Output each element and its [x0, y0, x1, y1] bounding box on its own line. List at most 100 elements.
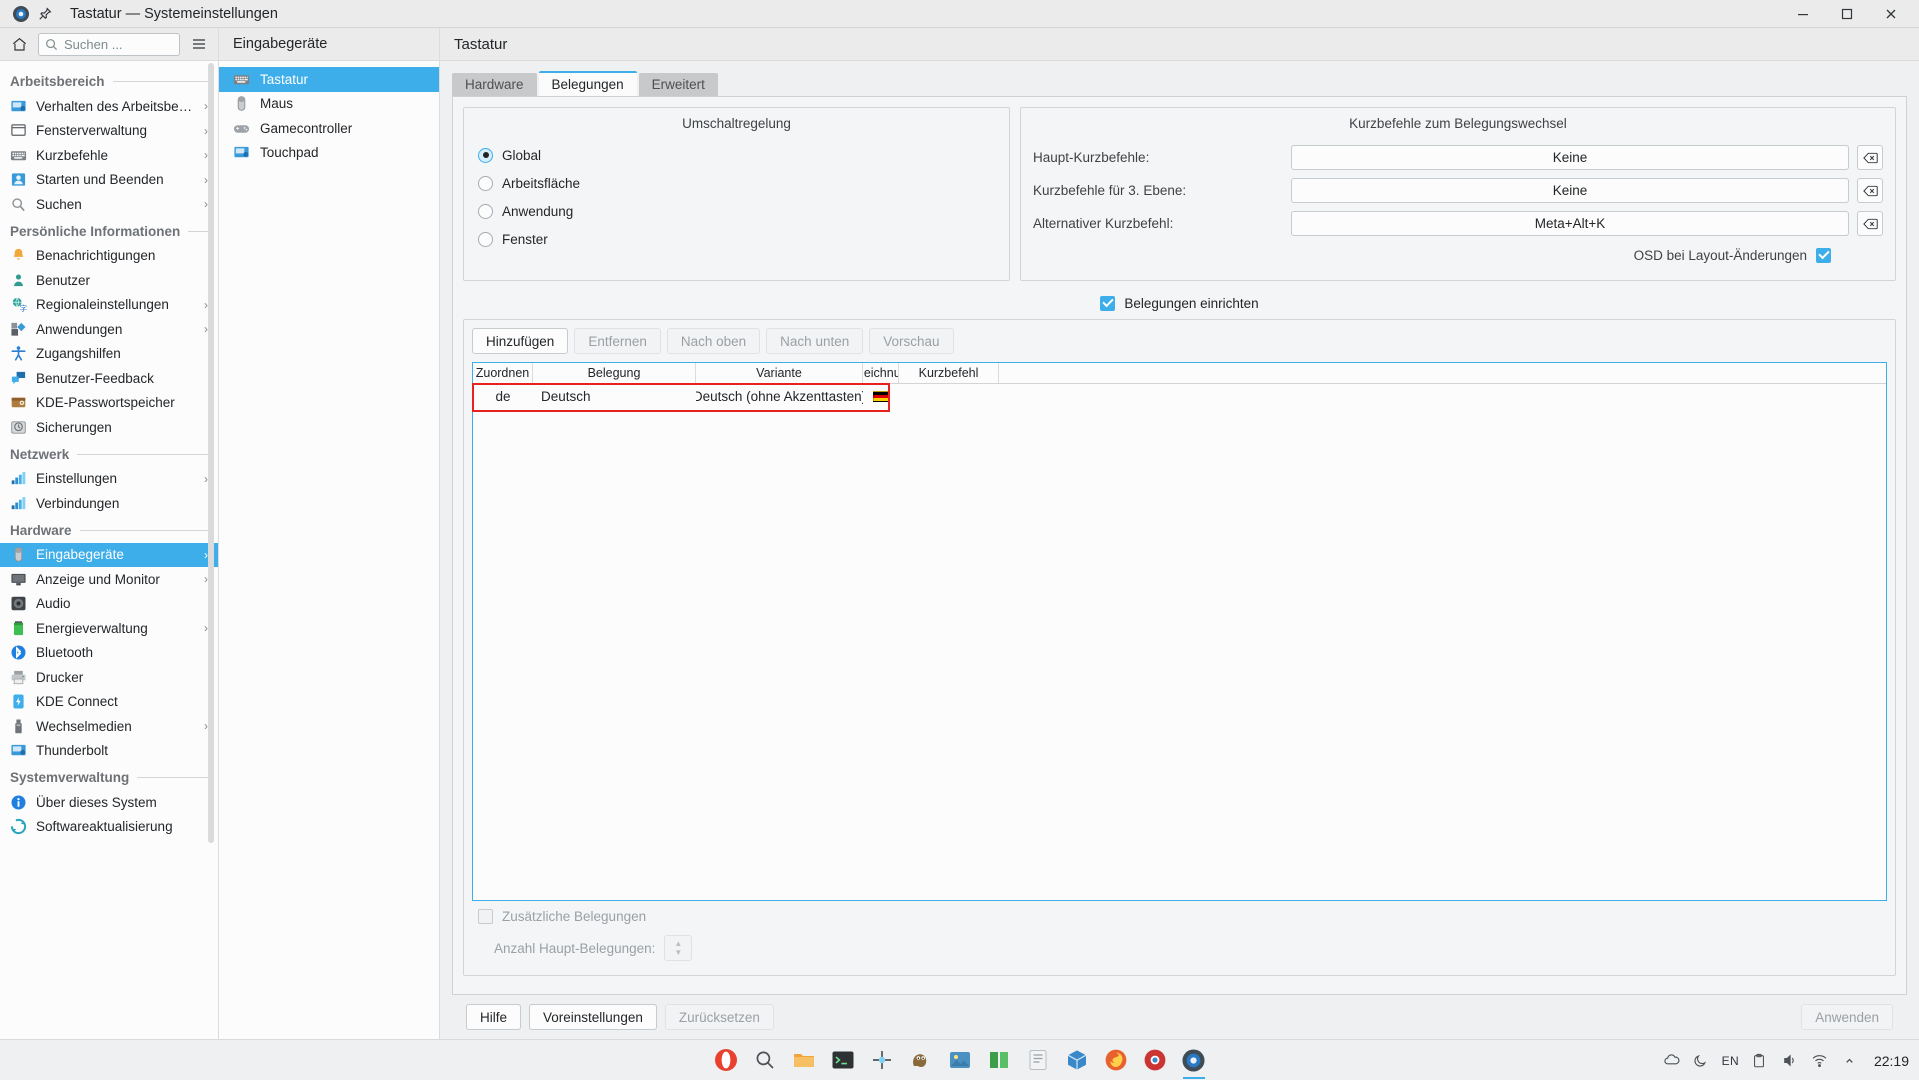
module-list[interactable]: Tastatur Maus Gamecontroller Touchpad [219, 61, 439, 165]
network-icon[interactable] [1810, 1051, 1829, 1070]
module-item-gamecontroller[interactable]: Gamecontroller [219, 116, 439, 141]
book-icon[interactable] [986, 1047, 1012, 1073]
clear-shortcut-icon[interactable] [1857, 145, 1883, 170]
radio-arbeitsfläche[interactable]: Arbeitsfläche [476, 169, 997, 197]
maximize-button[interactable] [1825, 0, 1869, 28]
sidebar-item-energieverwaltung[interactable]: Energieverwaltung › [0, 616, 218, 641]
radio-fenster[interactable]: Fenster [476, 225, 997, 253]
table-row[interactable]: de Deutsch Deutsch (ohne Akzenttasten) [473, 384, 1886, 409]
column-header-1[interactable]: Zuordnen [473, 363, 533, 383]
radio-indicator[interactable] [478, 147, 493, 163]
sidebar-item-eingabegeräte[interactable]: Eingabegeräte › [0, 542, 218, 567]
radio-global[interactable]: Global [476, 141, 997, 169]
tab-erweitert[interactable]: Erweitert [638, 73, 718, 96]
sidebar-item-benutzer[interactable]: Benutzer [0, 268, 218, 293]
sidebar-item-starten-und-beenden[interactable]: Starten und Beenden › [0, 168, 218, 193]
hamburger-icon[interactable] [186, 32, 212, 56]
sidebar-item-softwareaktualisierung[interactable]: Softwareaktualisierung [0, 815, 218, 840]
system-tray[interactable]: EN 22:19 [1662, 1040, 1909, 1080]
keyboard-layout-badge[interactable]: EN [1722, 1054, 1739, 1068]
sidebar-scrollbar[interactable] [208, 63, 214, 843]
column-header-3[interactable]: Variante [696, 363, 863, 383]
opera-icon[interactable] [713, 1047, 739, 1073]
column-header-2[interactable]: Belegung [533, 363, 696, 383]
minimize-button[interactable] [1781, 0, 1825, 28]
layout-button-hinzufügen[interactable]: Hinzufügen [472, 328, 569, 354]
cloud-sync-icon[interactable] [1662, 1051, 1681, 1070]
settings-gear-icon[interactable] [1181, 1047, 1207, 1079]
sidebar-item-drucker[interactable]: Drucker [0, 665, 218, 690]
main-count-stepper[interactable]: ▲ ▼ [664, 935, 693, 961]
sidebar-item-sicherungen[interactable]: Sicherungen [0, 415, 218, 440]
taskbar-launchers[interactable] [0, 1047, 1919, 1079]
footer-button-row[interactable]: Hilfe Voreinstellungen Zurücksetzen Anwende… [452, 995, 1907, 1039]
layout-table[interactable]: ZuordnenBelegungVariante:eichnuKurzbefeh… [472, 362, 1887, 901]
sidebar-item-kde-passwortspeicher[interactable]: KDE-Passwortspeicher [0, 391, 218, 416]
sidebar-item-zugangshilfen[interactable]: Zugangshilfen [0, 342, 218, 367]
gimp-icon[interactable] [908, 1047, 934, 1073]
sidebar-item-verbindungen[interactable]: Verbindungen [0, 491, 218, 516]
sidebar-item-audio[interactable]: Audio [0, 592, 218, 617]
column-header-6[interactable] [999, 363, 1886, 383]
sidebar-item-über-dieses-system[interactable]: Über dieses System [0, 790, 218, 815]
radio-indicator[interactable] [478, 203, 493, 219]
clock[interactable]: 22:19 [1874, 1053, 1909, 1069]
osd-checkbox[interactable] [1816, 247, 1831, 263]
module-item-touchpad[interactable]: Touchpad [219, 141, 439, 166]
shortcut-field[interactable]: Keine [1291, 145, 1849, 170]
firefox-icon[interactable] [1103, 1047, 1129, 1073]
search-input[interactable]: Suchen ... [38, 32, 180, 56]
sidebar-item-anzeige-und-monitor[interactable]: Anzeige und Monitor › [0, 567, 218, 592]
radio-anwendung[interactable]: Anwendung [476, 197, 997, 225]
sidebar-item-benachrichtigungen[interactable]: Benachrichtigungen [0, 244, 218, 269]
file-manager-icon[interactable] [791, 1047, 817, 1073]
radio-indicator[interactable] [478, 231, 493, 247]
clipboard-icon[interactable] [1750, 1051, 1769, 1070]
pin-icon[interactable] [32, 3, 58, 25]
browser-icon[interactable] [1142, 1047, 1168, 1073]
sidebar-item-kurzbefehle[interactable]: Kurzbefehle › [0, 143, 218, 168]
footer-button-hilfe[interactable]: Hilfe [466, 1004, 522, 1030]
night-color-icon[interactable] [1692, 1051, 1711, 1070]
stepper-up-icon[interactable]: ▲ [674, 939, 682, 948]
sidebar-item-benutzer-feedback[interactable]: Benutzer-Feedback [0, 366, 218, 391]
sidebar-item-anwendungen[interactable]: Anwendungen › [0, 317, 218, 342]
home-icon[interactable] [6, 32, 32, 56]
sidebar-item-fensterverwaltung[interactable]: Fensterverwaltung › [0, 119, 218, 144]
text-editor-icon[interactable] [1025, 1047, 1051, 1073]
image-viewer-icon[interactable] [947, 1047, 973, 1073]
terminal-icon[interactable] [830, 1047, 856, 1073]
tab-hardware[interactable]: Hardware [452, 73, 537, 96]
sidebar-item-verhalten-des-arbeitsbereic[interactable]: Verhalten des Arbeitsbereic... › [0, 94, 218, 119]
sidebar-item-bluetooth[interactable]: Bluetooth [0, 641, 218, 666]
sidebar-item-regionaleinstellungen[interactable]: 字 Regionaleinstellungen › [0, 293, 218, 318]
shortcut-field[interactable]: Keine [1291, 178, 1849, 203]
search-icon[interactable] [752, 1047, 778, 1073]
sidebar-item-suchen[interactable]: Suchen › [0, 192, 218, 217]
configure-layouts-checkbox[interactable] [1100, 295, 1116, 311]
volume-icon[interactable] [1780, 1051, 1799, 1070]
close-button[interactable] [1869, 0, 1913, 28]
module-item-tastatur[interactable]: Tastatur [219, 67, 439, 92]
shortcut-field[interactable]: Meta+Alt+K [1291, 211, 1849, 236]
column-header-4[interactable]: :eichnu [863, 363, 899, 383]
packages-icon[interactable] [1064, 1047, 1090, 1073]
sidebar-item-kde-connect[interactable]: KDE Connect [0, 690, 218, 715]
tab-bar[interactable]: Hardware Belegungen Erweitert [452, 71, 1907, 96]
stepper-down-icon[interactable]: ▼ [674, 948, 682, 957]
dev-tool-icon[interactable] [869, 1047, 895, 1073]
tab-belegungen[interactable]: Belegungen [538, 71, 637, 96]
module-item-maus[interactable]: Maus [219, 92, 439, 117]
expand-tray-icon[interactable] [1840, 1051, 1859, 1070]
layout-button-row[interactable]: Hinzufügen Entfernen Nach oben Nach unten Vo… [472, 328, 1887, 354]
extra-layouts-checkbox[interactable] [478, 908, 493, 924]
footer-button-voreinstellungen[interactable]: Voreinstellungen [529, 1004, 657, 1030]
sidebar-item-thunderbolt[interactable]: Thunderbolt [0, 739, 218, 764]
radio-indicator[interactable] [478, 175, 493, 191]
clear-shortcut-icon[interactable] [1857, 211, 1883, 236]
column-header-5[interactable]: Kurzbefehl [899, 363, 999, 383]
clear-shortcut-icon[interactable] [1857, 178, 1883, 203]
sidebar-item-wechselmedien[interactable]: Wechselmedien › [0, 714, 218, 739]
sidebar-item-einstellungen[interactable]: Einstellungen › [0, 467, 218, 492]
table-body[interactable]: de Deutsch Deutsch (ohne Akzenttasten) [473, 384, 1886, 409]
